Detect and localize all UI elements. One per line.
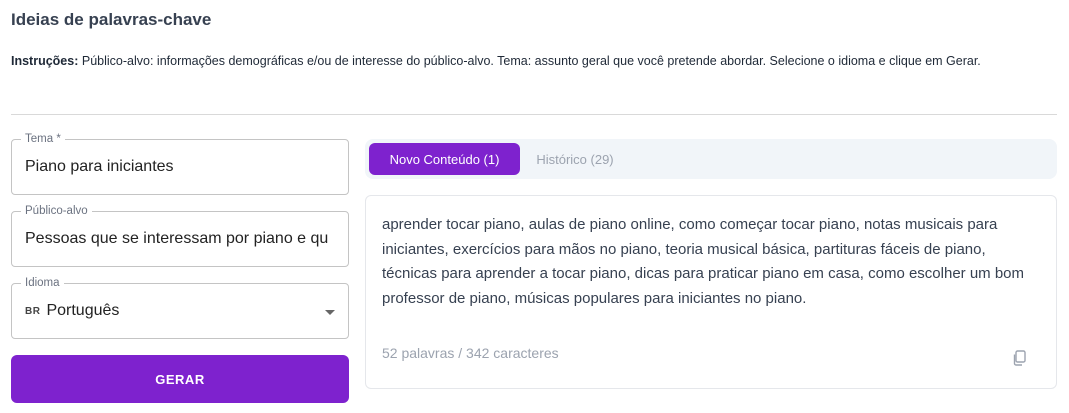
result-card: aprender tocar piano, aulas de piano onl…	[365, 195, 1057, 389]
idioma-select[interactable]: Idioma BR Português	[11, 276, 349, 339]
publico-alvo-input[interactable]: Pessoas que se interessam por piano e qu	[25, 212, 338, 266]
instructions: Instruções: Público-alvo: informações de…	[11, 52, 1056, 71]
result-keywords-text: aprender tocar piano, aulas de piano onl…	[382, 216, 1025, 307]
generate-button[interactable]: GERAR	[11, 355, 349, 403]
copy-icon[interactable]	[1012, 350, 1026, 366]
word-char-count: 52 palavras / 342 caracteres	[382, 345, 559, 361]
tab-bar: Novo Conteúdo (1) Histórico (29)	[365, 139, 1057, 179]
page-title: Ideias de palavras-chave	[11, 10, 212, 29]
publico-alvo-field[interactable]: Público-alvo Pessoas que se interessam p…	[11, 204, 349, 267]
idioma-value[interactable]: BR Português	[25, 284, 338, 338]
tab-historico[interactable]: Histórico (29)	[525, 143, 625, 175]
divider	[11, 114, 1057, 115]
instructions-label: Instruções:	[11, 54, 79, 68]
idioma-selected-text: Português	[46, 302, 120, 319]
brazil-flag-icon: BR	[25, 305, 41, 317]
tema-field[interactable]: Tema * Piano para iniciantes	[11, 132, 349, 195]
chevron-down-icon[interactable]	[325, 310, 335, 315]
tab-novo-conteudo[interactable]: Novo Conteúdo (1)	[369, 143, 520, 175]
tema-input[interactable]: Piano para iniciantes	[25, 140, 338, 194]
instructions-text: Público-alvo: informações demográficas e…	[81, 54, 981, 68]
